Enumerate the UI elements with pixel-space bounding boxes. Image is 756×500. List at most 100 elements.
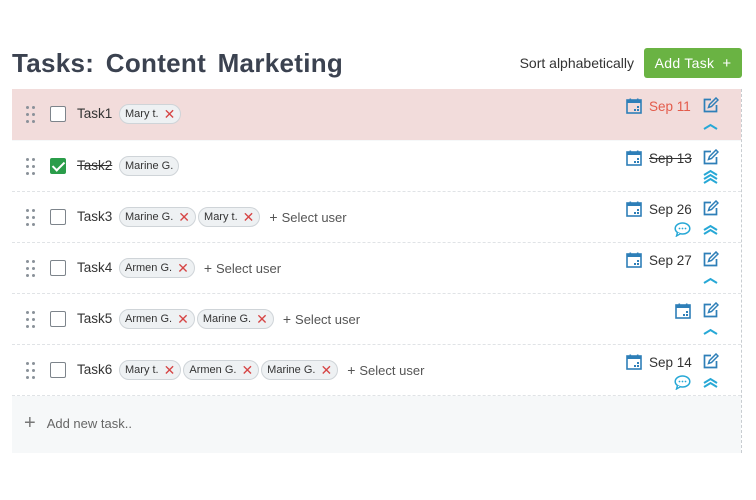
priority-icon[interactable] <box>702 220 719 236</box>
user-chip: Mary t. ✕ <box>119 360 182 380</box>
remove-user-icon[interactable]: ✕ <box>241 363 253 377</box>
select-user-label: Select user <box>216 261 282 276</box>
drag-handle-icon[interactable] <box>26 311 36 328</box>
assigned-users: Marine G. ✕ Mary t. ✕ + Select user <box>119 207 347 227</box>
task-list: Task1 Mary t. ✕ Sep 11 Task2 Marine G. Sep 13 T… <box>12 89 741 453</box>
user-chip-label: Marine G. <box>267 364 316 376</box>
task-row[interactable]: Task4 Armen G. ✕ + Select user Sep 27 <box>12 243 741 294</box>
select-user-button[interactable]: + Select user <box>283 311 360 327</box>
task-name[interactable]: Task1 <box>77 106 112 121</box>
task-name[interactable]: Task2 <box>77 158 112 173</box>
priority-icon[interactable] <box>702 322 719 338</box>
remove-user-icon[interactable]: ✕ <box>243 210 255 224</box>
assigned-users: Armen G. ✕ Marine G. ✕ + Select user <box>119 309 360 329</box>
assigned-users: Mary t. ✕ Armen G. ✕ Marine G. ✕ + Select user <box>119 360 424 380</box>
priority-icon[interactable] <box>702 373 719 389</box>
drag-handle-icon[interactable] <box>26 260 36 277</box>
plus-icon: + <box>269 209 278 225</box>
add-new-task-row[interactable]: + Add new task.. <box>12 403 741 443</box>
sort-alphabetically-link[interactable]: Sort alphabetically <box>520 55 634 71</box>
assigned-users: Mary t. ✕ <box>119 104 183 124</box>
assigned-users: Marine G. <box>119 156 181 176</box>
priority-icon[interactable] <box>702 271 719 287</box>
task-row[interactable]: Task2 Marine G. Sep 13 <box>12 141 741 192</box>
select-user-label: Select user <box>295 312 361 327</box>
plus-icon: + <box>282 311 292 327</box>
remove-user-icon[interactable]: ✕ <box>178 210 190 224</box>
user-chip: Armen G. ✕ <box>119 258 195 278</box>
edit-icon[interactable] <box>702 199 720 217</box>
add-new-task-input[interactable]: Add new task.. <box>47 416 132 431</box>
drag-handle-icon[interactable] <box>26 209 36 226</box>
edit-icon[interactable] <box>702 96 720 114</box>
task-name[interactable]: Task3 <box>77 209 112 224</box>
header-actions: Sort alphabetically Add Task + <box>520 48 742 78</box>
drag-handle-icon[interactable] <box>26 362 36 379</box>
comment-icon[interactable] <box>674 375 691 391</box>
calendar-icon[interactable] <box>626 354 642 370</box>
due-date[interactable]: Sep 13 <box>649 151 692 166</box>
comment-icon[interactable] <box>674 222 691 238</box>
due-date[interactable]: Sep 11 <box>649 99 691 114</box>
user-chip-label: Marine G. <box>202 313 252 325</box>
calendar-icon[interactable] <box>675 303 691 319</box>
user-chip-label: Mary t. <box>125 364 159 376</box>
select-user-button[interactable]: + Select user <box>269 209 346 225</box>
panel-divider <box>741 89 742 453</box>
edit-icon[interactable] <box>702 148 720 166</box>
plus-icon: + <box>347 362 356 378</box>
plus-icon: + <box>722 54 732 72</box>
select-user-button[interactable]: + Select user <box>204 260 281 276</box>
user-chip: Armen G. ✕ <box>183 360 260 380</box>
plus-icon: + <box>203 260 212 276</box>
add-icon: + <box>24 411 36 434</box>
task-row[interactable]: Task5 Armen G. ✕ Marine G. ✕ + Select user <box>12 294 741 345</box>
remove-user-icon[interactable]: ✕ <box>177 261 189 275</box>
task-row[interactable]: Task3 Marine G. ✕ Mary t. ✕ + Select user Sep 2… <box>12 192 741 243</box>
due-date[interactable]: Sep 14 <box>649 355 692 370</box>
remove-user-icon[interactable]: ✕ <box>164 107 176 121</box>
task-checkbox[interactable] <box>50 362 66 378</box>
remove-user-icon[interactable]: ✕ <box>177 312 189 326</box>
select-user-button[interactable]: + Select user <box>347 362 424 378</box>
drag-handle-icon[interactable] <box>26 158 36 175</box>
add-task-button[interactable]: Add Task + <box>644 48 742 78</box>
task-checkbox[interactable] <box>50 260 66 276</box>
due-date[interactable]: Sep 27 <box>649 253 692 268</box>
due-date[interactable]: Sep 26 <box>649 202 692 217</box>
assigned-users: Armen G. ✕ + Select user <box>119 258 281 278</box>
edit-icon[interactable] <box>702 301 720 319</box>
page-header: Tasks: Content Marketing Sort alphabetic… <box>12 40 742 86</box>
user-chip: Marine G. ✕ <box>261 360 339 380</box>
calendar-icon[interactable] <box>626 201 642 217</box>
task-checkbox[interactable] <box>50 209 66 225</box>
add-task-label: Add Task <box>654 55 715 71</box>
priority-icon[interactable] <box>702 117 719 133</box>
calendar-icon[interactable] <box>626 150 642 166</box>
task-row[interactable]: Task1 Mary t. ✕ Sep 11 <box>12 89 741 140</box>
drag-handle-icon[interactable] <box>26 106 36 123</box>
calendar-icon[interactable] <box>626 98 642 114</box>
user-chip-label: Armen G. <box>125 313 173 325</box>
user-chip-label: Mary t. <box>204 211 238 223</box>
select-user-label: Select user <box>281 210 347 225</box>
user-chip-label: Mary t. <box>125 108 159 120</box>
task-checkbox[interactable] <box>50 158 66 174</box>
calendar-icon[interactable] <box>626 252 642 268</box>
task-row[interactable]: Task6 Mary t. ✕ Armen G. ✕ Marine G. ✕ + Select … <box>12 345 741 396</box>
user-chip-label: Marine G. <box>125 211 174 223</box>
remove-user-icon[interactable]: ✕ <box>256 312 268 326</box>
remove-user-icon[interactable]: ✕ <box>320 363 332 377</box>
task-name[interactable]: Task4 <box>77 260 112 275</box>
edit-icon[interactable] <box>702 250 720 268</box>
task-name[interactable]: Task6 <box>77 362 112 377</box>
edit-icon[interactable] <box>702 352 720 370</box>
task-checkbox[interactable] <box>50 311 66 327</box>
task-name[interactable]: Task5 <box>77 311 112 326</box>
task-checkbox[interactable] <box>50 106 66 122</box>
user-chip-label: Armen G. <box>125 262 173 274</box>
page-title: Tasks: Content Marketing <box>12 47 344 78</box>
user-chip: Armen G. ✕ <box>119 309 195 329</box>
priority-icon[interactable] <box>702 169 719 185</box>
remove-user-icon[interactable]: ✕ <box>164 363 176 377</box>
